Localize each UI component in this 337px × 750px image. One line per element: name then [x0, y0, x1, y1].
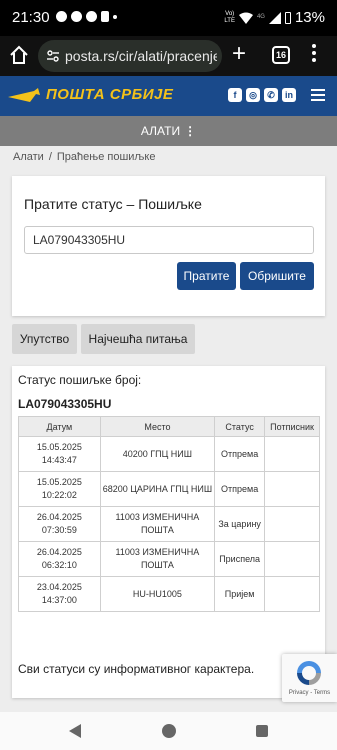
messenger-notification-icon: [86, 11, 97, 22]
site-header: ПОШТА СРБИЈЕ f ◎ ✆ in: [0, 76, 337, 116]
column-header-signer: Потписник: [264, 416, 320, 437]
date-cell: 15.05.2025 10:22:02: [18, 471, 101, 507]
viber-notification-icon: [71, 11, 82, 22]
instructions-tab[interactable]: Упутство: [12, 324, 77, 354]
recent-apps-icon[interactable]: [256, 725, 268, 737]
place-cell: HU-HU1005: [99, 576, 216, 612]
download-notification-icon: [101, 11, 109, 22]
kebab-icon: ⋮: [184, 124, 197, 138]
breadcrumb-root[interactable]: Алати: [13, 151, 44, 163]
address-bar[interactable]: posta.rs/cir/alati/pracenje-: [38, 40, 222, 72]
place-cell: 68200 ЦАРИНА ГПЦ НИШ: [99, 471, 216, 507]
tracking-number: LA079043305HU: [18, 397, 112, 411]
tools-menu-bar[interactable]: АЛАТИ ⋮: [0, 116, 337, 146]
place-cell: 40200 ГПЦ НИШ: [99, 436, 216, 472]
clear-button[interactable]: Обришите: [240, 262, 314, 290]
linkedin-icon[interactable]: in: [282, 88, 296, 102]
status-cell: Отпрема: [214, 436, 266, 472]
table-row: 15.05.2025 14:43:47 40200 ГПЦ НИШ Отпрема: [18, 436, 320, 472]
tracking-table: Датум Место Статус Потписник 15.05.2025 1…: [18, 416, 320, 612]
signer-cell: [264, 436, 320, 472]
signer-cell: [264, 576, 320, 612]
home-button-icon[interactable]: [162, 724, 176, 738]
date-cell: 15.05.2025 14:43:47: [18, 436, 101, 472]
status-cell: Пријем: [214, 576, 266, 612]
recaptcha-badge[interactable]: Privacy - Terms: [282, 654, 337, 702]
network-type-label: 4G: [256, 14, 265, 20]
table-header-row: Датум Место Статус Потписник: [18, 416, 320, 437]
date-cell: 26.04.2025 06:32:10: [18, 541, 101, 577]
column-header-date: Датум: [18, 416, 101, 437]
battery-percent: 13%: [294, 9, 325, 26]
posta-logo[interactable]: ПОШТА СРБИЈЕ: [8, 86, 173, 103]
notification-icons: [56, 11, 117, 22]
tools-label: АЛАТИ: [140, 124, 181, 138]
signer-cell: [264, 541, 320, 577]
social-links: f ◎ ✆ in: [228, 88, 296, 102]
viber-icon[interactable]: ✆: [264, 88, 278, 102]
home-icon[interactable]: [8, 44, 30, 66]
column-header-status: Статус: [214, 416, 266, 437]
recaptcha-terms[interactable]: Privacy - Terms: [282, 690, 337, 696]
new-tab-icon[interactable]: +: [232, 42, 246, 66]
wifi-icon: [238, 12, 253, 24]
status-bar: 21:30 Vo) LTE 4G 13%: [0, 0, 337, 36]
faq-tab[interactable]: Најчешћа питања: [81, 324, 195, 354]
volte-icon: Vo) LTE: [224, 10, 235, 24]
system-icons: Vo) LTE 4G 13%: [224, 9, 325, 26]
facebook-icon[interactable]: f: [228, 88, 242, 102]
table-row: 23.04.2025 14:37:00 HU-HU1005 Пријем: [18, 576, 320, 612]
tab-switcher-button[interactable]: 16: [272, 46, 290, 64]
table-row: 15.05.2025 10:22:02 68200 ЦАРИНА ГПЦ НИШ …: [18, 471, 320, 507]
system-nav-bar: [0, 712, 337, 750]
table-row: 26.04.2025 06:32:10 11003 ИЗМЕНИЧНА ПОШТА…: [18, 541, 320, 577]
site-settings-icon[interactable]: [46, 49, 60, 63]
menu-icon[interactable]: [311, 89, 325, 101]
browser-toolbar: posta.rs/cir/alati/pracenje- + 16: [0, 36, 337, 76]
track-form-title: Пратите статус – Пошиљке: [24, 196, 202, 212]
url-text[interactable]: posta.rs/cir/alati/pracenje-: [65, 48, 217, 64]
status-cell: Приспела: [214, 541, 266, 577]
clock: 21:30: [12, 9, 50, 26]
post-horn-icon: [8, 87, 40, 102]
chat-notification-icon: [56, 11, 67, 22]
date-cell: 26.04.2025 07:30:59: [18, 506, 101, 542]
more-notifications-icon: [113, 15, 117, 19]
place-cell: 11003 ИЗМЕНИЧНА ПОШТА: [99, 506, 216, 542]
tracking-number-input[interactable]: [24, 226, 314, 254]
logo-text: ПОШТА СРБИЈЕ: [46, 86, 174, 103]
signer-cell: [264, 471, 320, 507]
back-icon[interactable]: [69, 724, 81, 738]
date-cell: 23.04.2025 14:37:00: [18, 576, 101, 612]
battery-icon: [284, 11, 291, 24]
breadcrumb: Алати / Праћење пошиљке: [13, 151, 155, 163]
results-card: Статус пошиљке број: LA079043305HU Датум…: [12, 366, 325, 698]
table-row: 26.04.2025 07:30:59 11003 ИЗМЕНИЧНА ПОШТА…: [18, 506, 320, 542]
breadcrumb-separator: /: [48, 151, 52, 163]
info-note: Сви статуси су информативног карактера.: [18, 662, 255, 676]
track-form-card: Пратите статус – Пошиљке Пратите Обришит…: [12, 176, 325, 316]
instagram-icon[interactable]: ◎: [246, 88, 260, 102]
browser-menu-icon[interactable]: [312, 44, 316, 62]
column-header-place: Место: [99, 416, 216, 437]
recaptcha-icon: [297, 661, 321, 685]
place-cell: 11003 ИЗМЕНИЧНА ПОШТА: [99, 541, 216, 577]
track-button[interactable]: Пратите: [177, 262, 236, 290]
status-label: Статус пошиљке број:: [18, 373, 142, 387]
signal-icon: [268, 11, 281, 24]
status-cell: За царину: [214, 506, 266, 542]
breadcrumb-current: Праћење пошиљке: [56, 151, 156, 163]
signer-cell: [264, 506, 320, 542]
status-cell: Отпрема: [214, 471, 266, 507]
